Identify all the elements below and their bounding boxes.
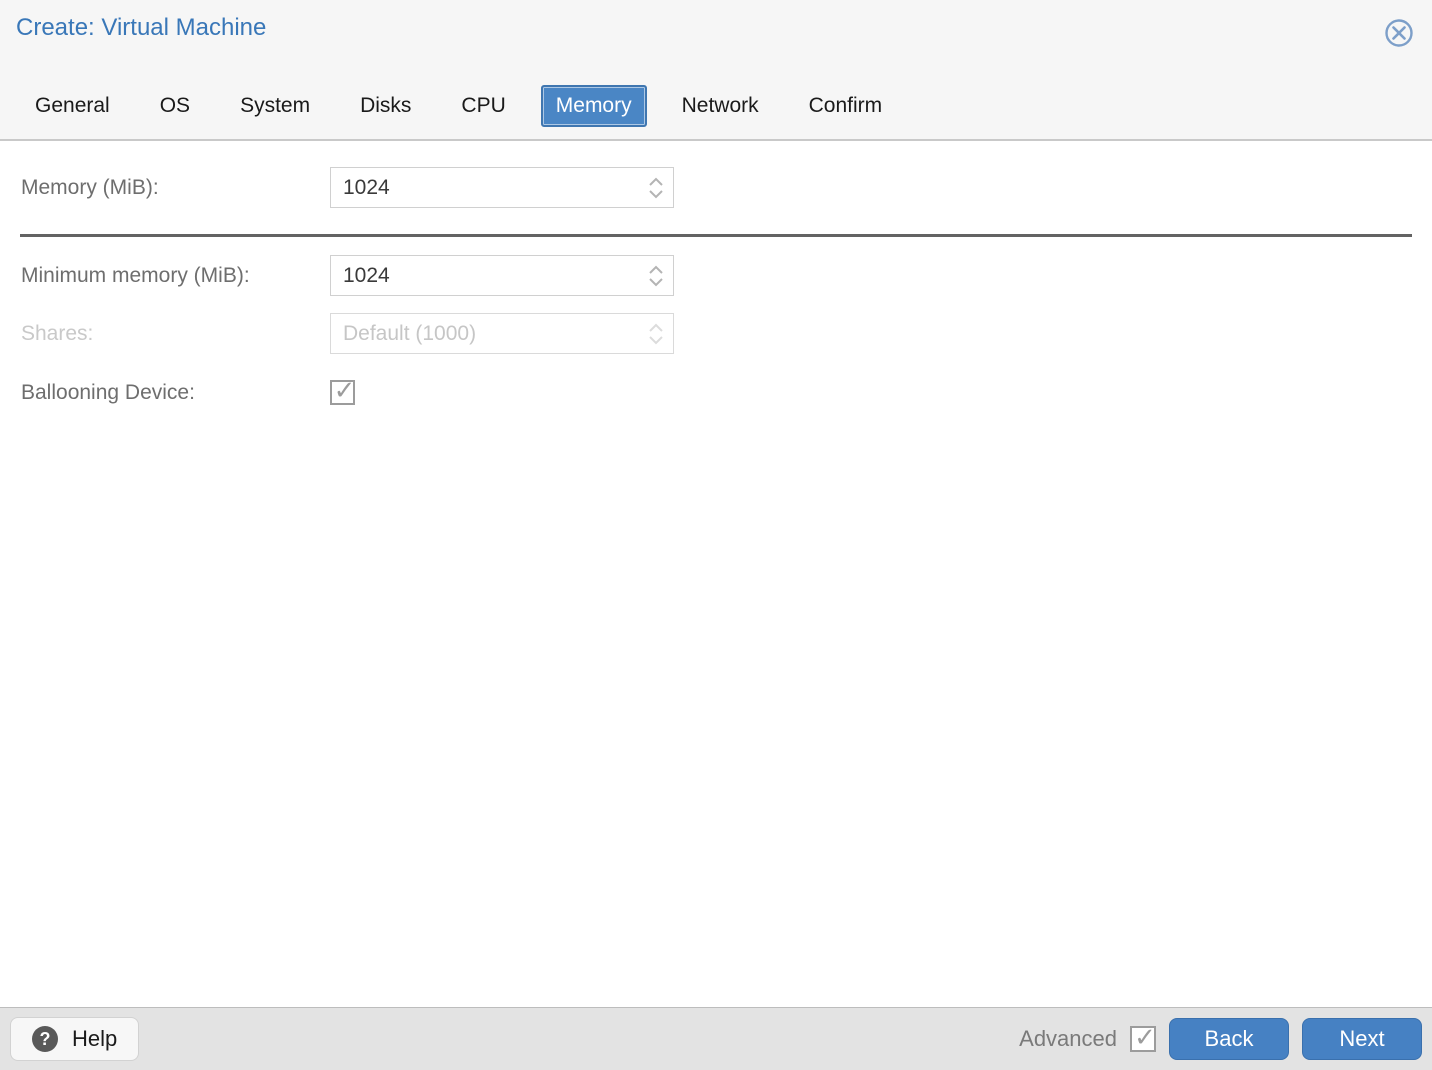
spinner-up-icon xyxy=(648,323,664,332)
advanced-checkbox[interactable]: ✓ xyxy=(1130,1021,1156,1052)
close-icon xyxy=(1385,19,1413,47)
create-vm-dialog: Create: Virtual Machine General OS Syste… xyxy=(0,0,1432,1070)
tab-os[interactable]: OS xyxy=(160,94,190,118)
minimum-memory-label: Minimum memory (MiB): xyxy=(21,263,250,287)
memory-label: Memory (MiB): xyxy=(21,175,159,199)
memory-input[interactable] xyxy=(330,167,674,208)
footer-actions: Advanced ✓ Back Next xyxy=(1019,1018,1422,1060)
shares-spinner xyxy=(648,313,664,354)
question-icon: ? xyxy=(32,1026,58,1052)
ballooning-label: Ballooning Device: xyxy=(21,380,195,404)
spinner-up-icon[interactable] xyxy=(648,265,664,274)
shares-field xyxy=(330,313,674,354)
spinner-down-icon xyxy=(648,335,664,345)
memory-form-panel: Memory (MiB): Minimum memory (MiB): xyxy=(0,141,1432,1007)
spinner-down-icon[interactable] xyxy=(648,277,664,287)
next-button[interactable]: Next xyxy=(1302,1018,1422,1060)
dialog-header: Create: Virtual Machine General OS Syste… xyxy=(0,0,1432,141)
tab-system[interactable]: System xyxy=(240,94,310,118)
advanced-label: Advanced xyxy=(1019,1026,1117,1051)
help-label: Help xyxy=(72,1026,118,1051)
check-icon: ✓ xyxy=(333,375,356,405)
footer-bar: ? Help Advanced ✓ Back Next xyxy=(0,1007,1432,1070)
dialog-title: Create: Virtual Machine xyxy=(16,14,267,41)
shares-row: Shares: xyxy=(0,313,1432,354)
shares-label: Shares: xyxy=(21,321,94,345)
memory-field xyxy=(330,167,674,208)
memory-spinner[interactable] xyxy=(648,167,664,208)
tab-network[interactable]: Network xyxy=(682,94,759,118)
memory-row: Memory (MiB): xyxy=(0,167,1432,208)
close-button[interactable] xyxy=(1383,17,1415,49)
minimum-memory-input[interactable] xyxy=(330,255,674,296)
ballooning-row: Ballooning Device: ✓ xyxy=(0,375,1432,405)
tab-memory[interactable]: Memory xyxy=(540,85,647,127)
minimum-memory-row: Minimum memory (MiB): xyxy=(0,255,1432,296)
advanced-section-divider xyxy=(20,234,1412,237)
tab-confirm[interactable]: Confirm xyxy=(809,94,883,118)
shares-input xyxy=(330,313,674,354)
spinner-down-icon[interactable] xyxy=(648,189,664,199)
check-icon: ✓ xyxy=(1134,1021,1156,1052)
tab-general[interactable]: General xyxy=(35,94,110,118)
spinner-up-icon[interactable] xyxy=(648,177,664,186)
minimum-memory-spinner[interactable] xyxy=(648,255,664,296)
back-button[interactable]: Back xyxy=(1169,1018,1289,1060)
ballooning-checkbox[interactable]: ✓ xyxy=(330,375,356,405)
minimum-memory-field xyxy=(330,255,674,296)
help-button[interactable]: ? Help xyxy=(10,1017,140,1061)
tab-bar: General OS System Disks CPU Memory Netwo… xyxy=(35,85,882,127)
tab-disks[interactable]: Disks xyxy=(360,94,411,118)
tab-cpu[interactable]: CPU xyxy=(461,94,505,118)
